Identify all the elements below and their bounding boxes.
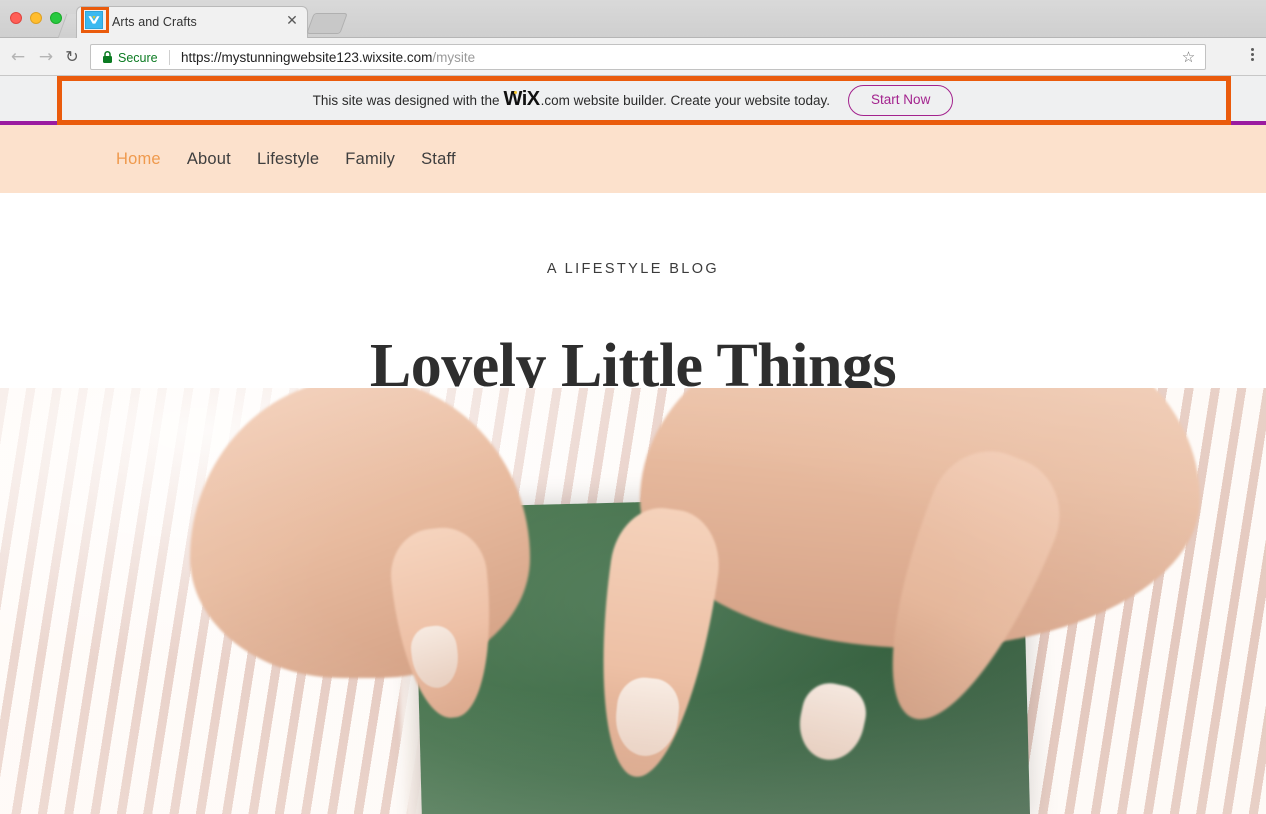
omnibox-divider [169,50,170,65]
sidebar-item-lifestyle[interactable]: Lifestyle [257,150,345,169]
site-nav-list: Home About Lifestyle Family Staff [116,125,482,193]
url-scheme: https:// [181,50,222,65]
forward-button[interactable]: → [36,47,56,67]
lock-icon [102,50,113,64]
wix-banner-content: This site was designed with the WiX .com… [312,84,954,116]
banner-text-after: .com website builder. Create your websit… [540,93,831,108]
sidebar-item-about[interactable]: About [187,150,257,169]
wix-favicon-icon [85,11,103,29]
back-button[interactable]: ← [8,47,28,67]
wix-wordmark-text: WiX [503,88,541,110]
wix-promo-banner: This site was designed with the WiX .com… [0,76,1266,124]
hero-heading-block: A LIFESTYLE BLOG Lovely Little Things [0,193,1266,400]
url-host: mystunningwebsite123.wixsite.com [221,50,433,65]
new-tab-button[interactable] [306,13,348,34]
banner-text-before: This site was designed with the [312,93,500,108]
url-path: /mysite [432,50,476,65]
tab-strip: Arts and Crafts ✕ [0,0,1266,38]
bookmark-star-icon[interactable]: ☆ [1180,49,1197,66]
hero-eyebrow: A LIFESTYLE BLOG [546,261,720,277]
sidebar-item-family[interactable]: Family [345,150,421,169]
hero-photo [0,388,1266,814]
reload-button[interactable]: ↻ [62,47,82,67]
site-navigation-bar: Home About Lifestyle Family Staff [0,125,1266,193]
wix-banner-text: This site was designed with the WiX .com… [312,88,831,110]
start-now-button[interactable]: Start Now [848,84,954,116]
window-minimize-button[interactable] [30,12,42,24]
browser-toolbar: ← → ↻ Secure https://mystunningwebsite12… [0,38,1266,76]
web-page-viewport: This site was designed with the WiX .com… [0,76,1266,814]
window-close-button[interactable] [10,12,22,24]
sidebar-item-staff[interactable]: Staff [421,150,482,169]
window-maximize-button[interactable] [50,12,62,24]
browser-window-chrome: Arts and Crafts ✕ ← → ↻ Secure https://m… [0,0,1266,76]
window-traffic-lights [10,12,62,24]
secure-label: Secure [118,51,158,65]
tab-close-icon[interactable]: ✕ [284,14,300,30]
wix-wordmark: WiX [500,88,541,110]
address-bar[interactable]: Secure https://mystunningwebsite123.wixs… [90,44,1206,70]
tab-title: Arts and Crafts [112,15,197,29]
sidebar-item-home[interactable]: Home [116,150,187,169]
url-text: https://mystunningwebsite123.wixsite.com… [181,49,475,67]
browser-menu-icon[interactable] [1251,48,1255,61]
